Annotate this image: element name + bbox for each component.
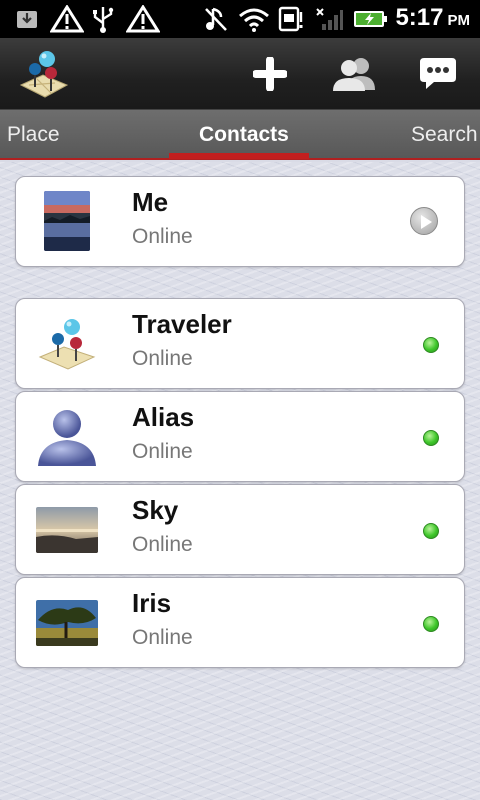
clock: 5:17 PM xyxy=(395,4,470,34)
online-status-icon xyxy=(423,337,439,353)
download-icon xyxy=(16,6,38,32)
chat-button[interactable] xyxy=(414,38,462,110)
me-card[interactable]: Me Online xyxy=(15,176,465,267)
map-pins-icon[interactable] xyxy=(14,38,74,110)
battery-charging-icon xyxy=(352,6,388,32)
clock-time: 5:17 xyxy=(395,4,444,31)
tab-search[interactable]: Search xyxy=(411,110,478,160)
clock-ampm: PM xyxy=(447,12,471,29)
contact-row-sky[interactable]: Sky Online xyxy=(15,484,465,575)
add-button[interactable] xyxy=(250,38,290,110)
contact-row-alias[interactable]: Alias Online xyxy=(15,391,465,482)
action-bar xyxy=(0,38,480,110)
wifi-icon xyxy=(238,6,270,32)
contact-status: Online xyxy=(132,440,193,463)
warning-icon xyxy=(126,5,160,33)
plus-icon xyxy=(253,57,287,91)
contact-status: Online xyxy=(132,347,193,370)
contact-row-iris[interactable]: Iris Online xyxy=(15,577,465,668)
contact-name: Alias xyxy=(132,402,195,432)
arrow-right-icon[interactable] xyxy=(410,207,438,235)
contact-status: Online xyxy=(132,626,193,649)
contact-status: Online xyxy=(132,533,193,556)
contact-row-traveler[interactable]: Traveler Online xyxy=(15,298,465,389)
sim-icon xyxy=(278,6,306,32)
contact-name: Me xyxy=(132,187,169,217)
me-avatar xyxy=(44,191,90,251)
contact-status: Online xyxy=(132,225,193,248)
tab-bar: Place Contacts Search xyxy=(0,110,480,160)
sky-avatar xyxy=(36,507,98,553)
contact-name: Iris xyxy=(132,588,172,618)
contact-name: Sky xyxy=(132,495,179,525)
contact-name: Traveler xyxy=(132,309,232,339)
traveler-avatar xyxy=(36,309,98,371)
music-off-icon xyxy=(203,6,229,32)
usb-icon xyxy=(90,6,116,33)
online-status-icon xyxy=(423,523,439,539)
tab-place[interactable]: Place xyxy=(7,110,60,160)
online-status-icon xyxy=(423,616,439,632)
iris-avatar xyxy=(36,600,98,646)
people-icon xyxy=(333,58,375,91)
alias-avatar xyxy=(36,404,98,466)
online-status-icon xyxy=(423,430,439,446)
speech-bubble-icon xyxy=(420,58,456,89)
warning-icon xyxy=(50,5,84,33)
status-bar: 5:17 PM xyxy=(0,0,480,38)
contacts-button[interactable] xyxy=(328,38,380,110)
signal-icon xyxy=(314,6,344,32)
active-tab-indicator xyxy=(169,153,309,159)
